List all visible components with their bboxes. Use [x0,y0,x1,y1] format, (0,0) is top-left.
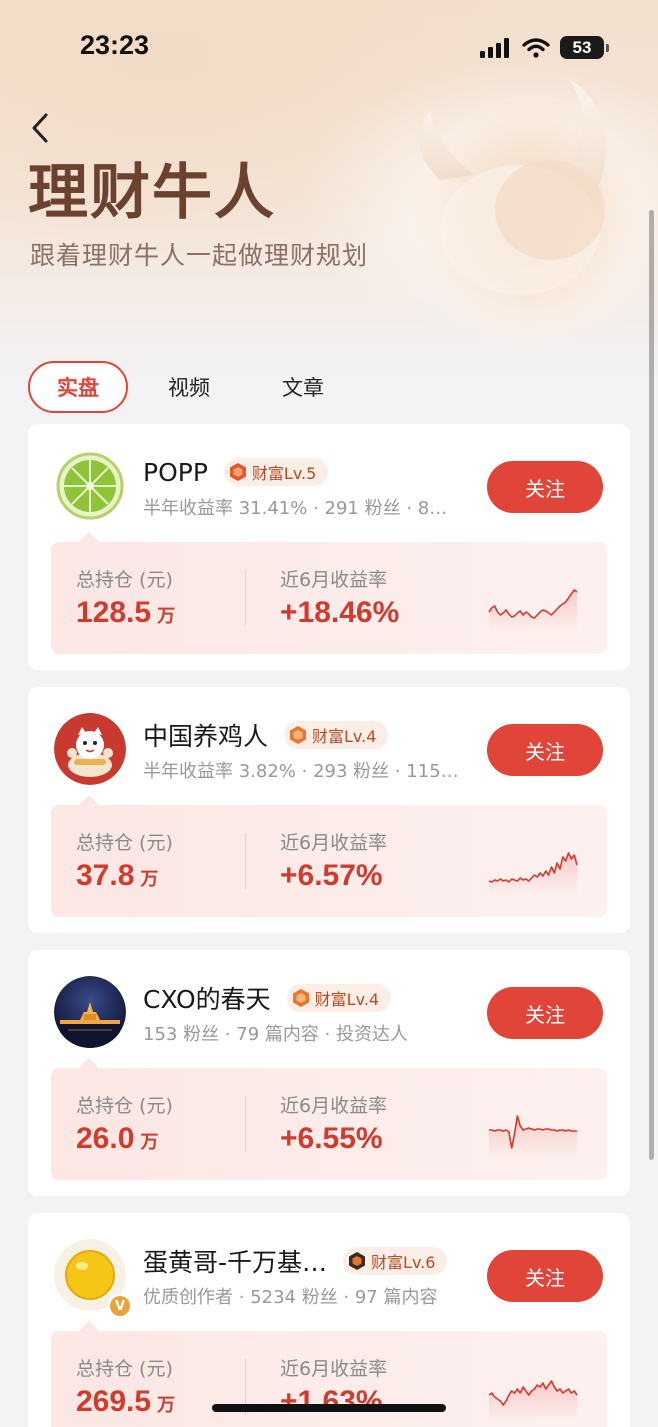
return-value: +6.55% [280,1122,383,1155]
tab-article[interactable]: 文章 [282,361,324,413]
name-row: 中国养鸡人 财富Lv.4 [143,717,389,753]
status-icons: 53 [480,36,609,59]
avatar[interactable] [54,976,126,1048]
user-meta: 优质创作者 · 5234 粉丝 · 97 篇内容 [143,1287,438,1308]
level-text: 财富Lv.6 [371,1253,436,1272]
holding-value: 37.8 万 [76,859,158,893]
bubble-notch [79,532,99,542]
name-row: POPP 财富Lv.5 [143,454,329,490]
name-row: CXO的春天 财富Lv.4 [143,980,392,1016]
lime-avatar-image [54,450,126,522]
back-button[interactable] [22,108,58,148]
return-sparkline [488,852,578,895]
wealth-level-badge: 财富Lv.4 [286,984,392,1012]
sparkline-area [489,1381,577,1421]
wealth-level-badge: 财富Lv.6 [343,1247,448,1275]
return-sparkline [488,589,578,632]
return-label: 近6月收益率 [280,1358,388,1380]
user-name[interactable]: 蛋黄哥-千万基… [143,1243,327,1279]
wifi-icon [522,37,550,58]
avatar[interactable] [54,450,126,522]
holding-number: 128.5 [76,596,152,629]
portfolio-stats[interactable]: 总持仓 (元) 近6月收益率 269.5 万 +1.63% [51,1321,607,1427]
lucky-cat-avatar-image [54,713,126,785]
holding-value: 26.0 万 [76,1122,158,1156]
sparkline-area [489,1116,577,1158]
chevron-left-icon [32,113,48,143]
return-value: +1.63% [280,1385,383,1418]
user-meta: 153 粉丝 · 79 篇内容 · 投资达人 [143,1024,409,1045]
holding-number: 37.8 [76,859,135,892]
return-label: 近6月收益率 [280,1095,388,1117]
battery-icon: 53 [560,36,609,59]
page-title: 理财牛人 [28,158,276,228]
user-card[interactable]: POPP 财富Lv.5 半年收益率 31.41% · 291 粉丝 · 8… 关… [28,424,630,670]
sparkline-area [489,590,577,632]
divider [245,570,246,626]
divider [245,1096,246,1152]
holding-label: 总持仓 (元) [76,832,173,854]
portfolio-stats[interactable]: 总持仓 (元) 近6月收益率 26.0 万 +6.55% [51,1058,607,1180]
level-hexagon-icon [292,989,309,1007]
level-hexagon-icon [349,1252,366,1270]
name-row: 蛋黄哥-千万基… 财富Lv.6 [143,1243,448,1279]
bubble-notch [79,795,99,805]
level-hexagon-icon [290,726,307,744]
tab-live-portfolio[interactable]: 实盘 [28,361,128,413]
bull-illustration [410,80,650,355]
user-name[interactable]: 中国养鸡人 [143,717,268,753]
user-name[interactable]: POPP [143,458,208,487]
divider [245,833,246,889]
level-text: 财富Lv.4 [312,727,377,746]
user-meta: 半年收益率 3.82% · 293 粉丝 · 115… [143,761,459,782]
follow-button[interactable]: 关注 [487,987,603,1039]
status-time: 23:23 [80,30,150,60]
holding-label: 总持仓 (元) [76,1358,173,1380]
scrollbar[interactable] [649,210,654,1160]
holding-label: 总持仓 (元) [76,569,173,591]
holding-label: 总持仓 (元) [76,1095,173,1117]
night-pagoda-avatar-image [54,976,126,1048]
portfolio-stats[interactable]: 总持仓 (元) 近6月收益率 128.5 万 +18.46% [51,532,607,654]
holding-number: 26.0 [76,1122,135,1155]
page-subtitle: 跟着理财牛人一起做理财规划 [30,241,369,270]
follow-button[interactable]: 关注 [487,724,603,776]
holding-unit: 万 [140,1132,159,1153]
follow-button[interactable]: 关注 [487,1250,603,1302]
return-sparkline [489,1115,577,1158]
holding-unit: 万 [157,1395,176,1416]
return-label: 近6月收益率 [280,569,388,591]
return-sparkline [488,1380,578,1421]
bubble-notch [79,1058,99,1068]
user-card[interactable]: V 蛋黄哥-千万基… 财富Lv.6 优质创作者 · 5234 粉丝 · 97 篇… [28,1213,630,1427]
home-indicator [212,1404,446,1412]
holding-number: 269.5 [76,1385,152,1418]
bubble-notch [79,1321,99,1331]
holding-unit: 万 [140,869,159,890]
user-card[interactable]: CXO的春天 财富Lv.4 153 粉丝 · 79 篇内容 · 投资达人 关注 … [28,950,630,1196]
holding-value: 128.5 万 [76,596,175,630]
return-label: 近6月收益率 [280,832,388,854]
cellular-signal-icon [480,37,509,58]
level-hexagon-icon [229,463,246,481]
holding-value: 269.5 万 [76,1385,175,1419]
level-text: 财富Lv.4 [314,990,380,1009]
level-text: 财富Lv.5 [251,464,317,483]
return-value: +18.46% [280,596,400,629]
follow-button[interactable]: 关注 [487,461,603,513]
user-name[interactable]: CXO的春天 [143,980,271,1016]
tab-video[interactable]: 视频 [168,361,210,413]
user-meta: 半年收益率 31.41% · 291 粉丝 · 8… [143,498,448,519]
return-value: +6.57% [280,859,383,892]
verified-badge-icon: V [108,1294,132,1318]
holding-unit: 万 [157,606,176,627]
tab-bar: 实盘 视频 文章 [28,360,324,414]
wealth-level-badge: 财富Lv.5 [223,458,329,486]
user-card[interactable]: 中国养鸡人 财富Lv.4 半年收益率 3.82% · 293 粉丝 · 115…… [28,687,630,933]
wealth-level-badge: 财富Lv.4 [284,721,389,749]
avatar[interactable] [54,713,126,785]
status-bar: 23:23 53 [0,0,658,96]
portfolio-stats[interactable]: 总持仓 (元) 近6月收益率 37.8 万 +6.57% [51,795,607,917]
